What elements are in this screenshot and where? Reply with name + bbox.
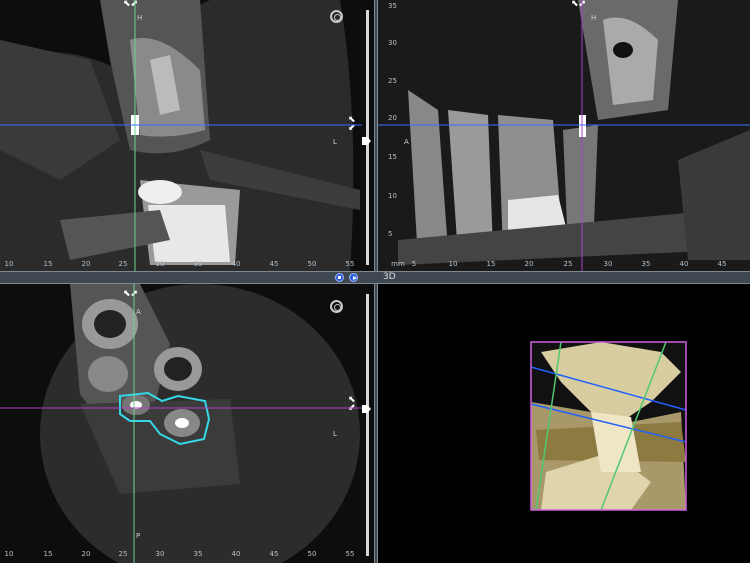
stop-icon[interactable] [335,273,344,282]
viewport-top-right[interactable]: 35 30 25 20 15 10 5 A H ⬉⬈ mm 5 10 15 20… [378,0,750,271]
panel-3d-label: 3D [383,272,396,282]
crosshair-overlay[interactable] [0,284,374,563]
crosshair-overlay[interactable] [0,0,374,271]
viewport-bottom-left[interactable]: ⬉ ⬋ ⬉⬈ A P L 10 15 20 25 30 35 40 45 50 5… [0,284,374,563]
viewport-top-left[interactable]: ⬉ ⬋ ⬉⬈ H L 10 15 20 25 30 35 40 45 50 55 [0,0,374,271]
play-icon[interactable] [349,273,358,282]
horizontal-splitter[interactable]: 3D [0,271,750,284]
crosshair-overlay[interactable] [378,0,750,271]
viewport-3d[interactable] [378,284,750,563]
volume-render-3d[interactable] [378,284,750,563]
